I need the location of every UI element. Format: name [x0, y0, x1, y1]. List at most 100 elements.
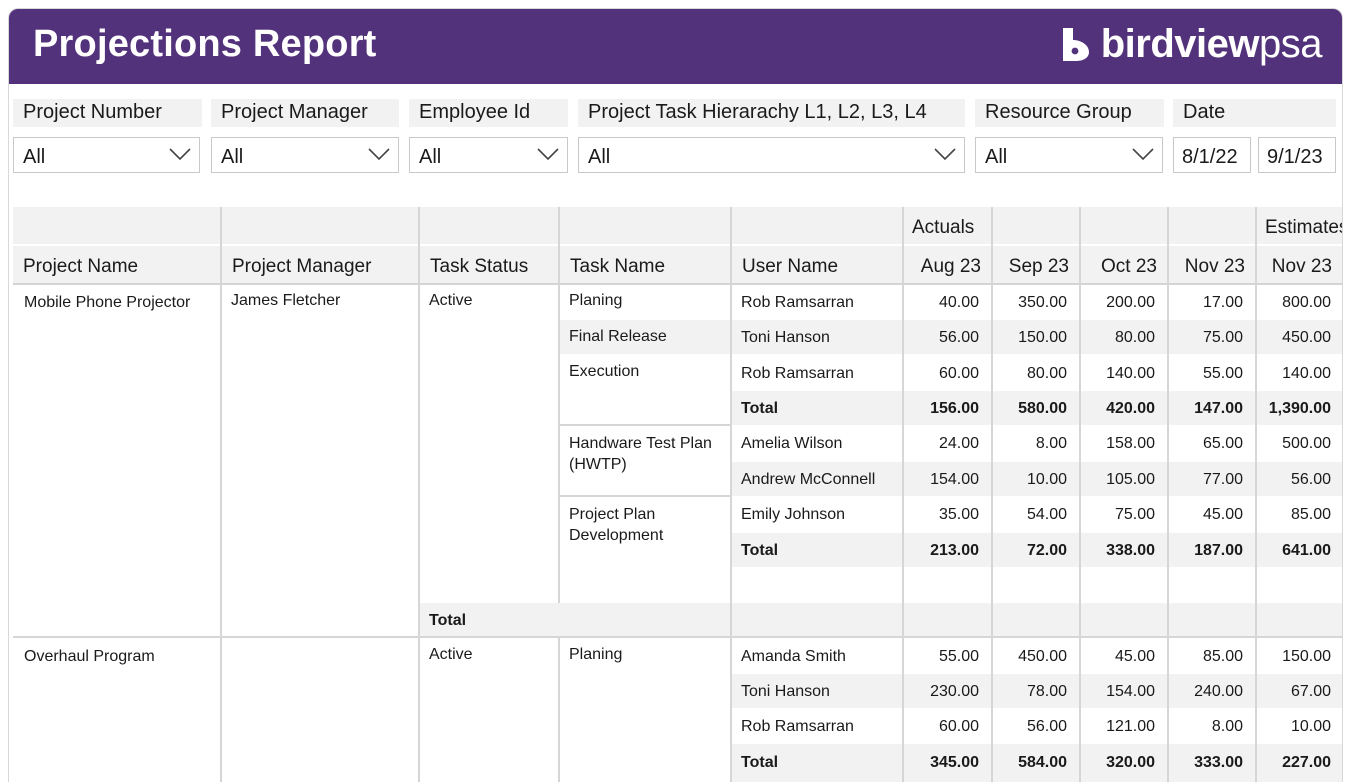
value-cell: 450.00	[1282, 329, 1331, 346]
total-value-cell: 584.00	[1018, 754, 1067, 771]
logo-text-bold: birdview	[1100, 21, 1260, 66]
total-value-cell: 187.00	[1194, 542, 1243, 559]
value-cell: 60.00	[938, 365, 979, 382]
value-cell: 17.00	[1202, 294, 1243, 311]
total-value-cell: 156.00	[930, 400, 979, 417]
user-name-cell: Rob Ramsarran	[741, 365, 854, 382]
value-cell: 67.00	[1290, 683, 1331, 700]
column-header-task-name[interactable]: Task Name	[560, 246, 730, 283]
value-cell: 55.00	[1202, 365, 1243, 382]
value-cell: 150.00	[1018, 329, 1067, 346]
user-name-cell: Toni Hanson	[741, 329, 830, 346]
value-cell: 24.00	[938, 435, 979, 452]
total-value-cell: 580.00	[1018, 400, 1067, 417]
project-manager-dropdown[interactable]: All	[211, 137, 399, 173]
total-value-cell: 338.00	[1106, 542, 1155, 559]
project-name-cell: Overhaul Program	[24, 648, 155, 665]
task-name-cell: Handware Test Plan (HWTP)	[569, 435, 712, 473]
value-cell: 75.00	[1114, 506, 1155, 523]
user-name-cell: Toni Hanson	[741, 683, 830, 700]
filter-label: Project Manager	[211, 99, 399, 127]
value-cell: 8.00	[1211, 718, 1243, 735]
filter-label: Project Task Hierarachy L1, L2, L3, L4	[578, 99, 965, 127]
total-value-cell: 420.00	[1106, 400, 1155, 417]
value-cell: 65.00	[1202, 435, 1243, 452]
value-cell: 154.00	[1106, 683, 1155, 700]
value-cell: 150.00	[1282, 648, 1331, 665]
value-cell: 140.00	[1106, 365, 1155, 382]
total-value-cell: 213.00	[930, 542, 979, 559]
user-name-cell: Emily Johnson	[741, 506, 846, 523]
column-header-project-name[interactable]: Project Name	[13, 246, 220, 283]
employee-id-dropdown[interactable]: All	[409, 137, 568, 173]
report-header: Projections Report birdviewpsa	[9, 9, 1342, 84]
chevron-down-icon	[169, 148, 191, 161]
filter-label: Project Number	[13, 99, 202, 127]
value-cell: 105.00	[1106, 471, 1155, 488]
filter-project-manager: Project Manager All	[211, 99, 399, 173]
value-cell: 54.00	[1026, 506, 1067, 523]
column-header-nov-23[interactable]: Nov 23	[1169, 246, 1255, 283]
value-cell: 10.00	[1026, 471, 1067, 488]
value-cell: 45.00	[1114, 648, 1155, 665]
value-cell: 56.00	[1290, 471, 1331, 488]
birdview-logo-icon	[1062, 28, 1089, 61]
value-cell: 75.00	[1202, 329, 1243, 346]
chevron-down-icon	[368, 148, 390, 161]
value-cell: 85.00	[1202, 648, 1243, 665]
total-value-cell: 320.00	[1106, 754, 1155, 771]
filter-label: Employee Id	[409, 99, 568, 127]
filter-label: Date	[1173, 99, 1336, 127]
group-header-estimates: Estimates	[1257, 207, 1342, 244]
value-cell: 78.00	[1026, 683, 1067, 700]
column-header-aug-23[interactable]: Aug 23	[904, 246, 991, 283]
value-cell: 800.00	[1282, 294, 1331, 311]
page-title: Projections Report	[33, 23, 377, 65]
total-value-cell: 641.00	[1282, 542, 1331, 559]
date-from-input[interactable]: 8/1/22	[1173, 137, 1251, 173]
filter-employee-id: Employee Id All	[409, 99, 568, 173]
task-hierarchy-dropdown[interactable]: All	[578, 137, 965, 173]
resource-group-dropdown[interactable]: All	[975, 137, 1163, 173]
dropdown-value: All	[23, 146, 46, 168]
task-status-cell: Active	[429, 646, 473, 663]
value-cell: 80.00	[1026, 365, 1067, 382]
task-name-cell: Execution	[569, 363, 640, 380]
value-cell: 80.00	[1114, 329, 1155, 346]
user-name-cell: Rob Ramsarran	[741, 294, 854, 311]
total-value-cell: 345.00	[930, 754, 979, 771]
column-header-project-manager[interactable]: Project Manager	[222, 246, 418, 283]
project-number-dropdown[interactable]: All	[13, 137, 200, 173]
task-name-cell: Planing	[569, 646, 623, 663]
projections-table: Actuals Estimates Project Name Project M…	[9, 207, 1342, 782]
value-cell: 200.00	[1106, 294, 1155, 311]
value-cell: 500.00	[1282, 435, 1331, 452]
task-name-cell: Final Release	[569, 328, 667, 345]
column-header-nov-23-estimate[interactable]: Nov 23	[1257, 246, 1342, 283]
chevron-down-icon	[934, 148, 956, 161]
filter-bar: Project Number All Project Manager All E…	[9, 99, 1342, 179]
date-to-input[interactable]: 9/1/23	[1258, 137, 1336, 173]
column-header-sep-23[interactable]: Sep 23	[993, 246, 1079, 283]
dropdown-value: All	[985, 146, 1008, 168]
total-label-cell: Total	[741, 400, 779, 417]
column-header-user-name[interactable]: User Name	[732, 246, 902, 283]
column-header-task-status[interactable]: Task Status	[420, 246, 558, 283]
value-cell: 121.00	[1106, 718, 1155, 735]
filter-label: Resource Group	[975, 99, 1164, 127]
value-cell: 45.00	[1202, 506, 1243, 523]
value-cell: 60.00	[938, 718, 979, 735]
filter-resource-group: Resource Group All	[975, 99, 1164, 173]
total-label-cell: Total	[741, 754, 779, 771]
dropdown-value: All	[419, 146, 442, 168]
group-header-actuals: Actuals	[904, 207, 991, 244]
dropdown-value: All	[221, 146, 244, 168]
logo-text-light: psa	[1259, 21, 1323, 66]
column-header-oct-23[interactable]: Oct 23	[1081, 246, 1167, 283]
value-cell: 35.00	[938, 506, 979, 523]
user-name-cell: Andrew McConnell	[741, 471, 876, 488]
value-cell: 154.00	[930, 471, 979, 488]
filter-date: Date 8/1/22 9/1/23	[1173, 99, 1336, 173]
total-value-cell: 1,390.00	[1268, 400, 1331, 417]
value-cell: 350.00	[1018, 294, 1067, 311]
